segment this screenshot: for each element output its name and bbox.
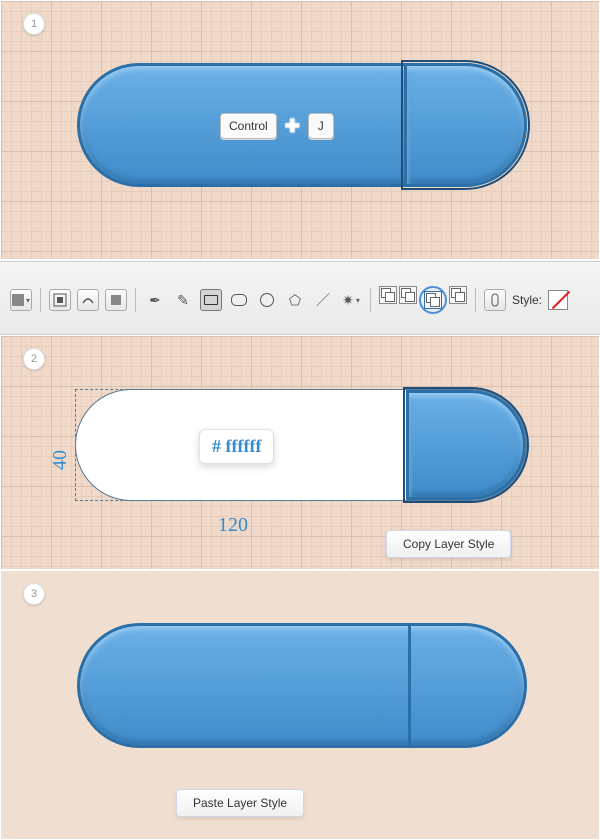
freeform-pen-icon[interactable]: ✎ (172, 292, 194, 309)
step-2-panel: 2 # ffffff 120 40 Copy Layer Style (0, 335, 600, 570)
step-badge-2: 2 (23, 348, 45, 370)
step-1-panel: 1 Control ✚ J (0, 0, 600, 260)
shape-layers-mode-icon[interactable] (49, 289, 71, 311)
key-j: J (308, 113, 334, 139)
line-shape-icon[interactable]: ／ (312, 290, 334, 310)
ellipse-shape-icon[interactable] (256, 293, 278, 307)
shortcut-hint: Control ✚ J (220, 113, 334, 139)
fill-pixels-mode-icon[interactable] (105, 289, 127, 311)
pill-cap-selected[interactable] (404, 63, 527, 187)
link-style-icon[interactable] (484, 289, 506, 311)
custom-shape-icon[interactable]: ✷ (340, 292, 362, 309)
separator (370, 288, 371, 312)
pill-cap-selected-2[interactable] (406, 390, 526, 500)
add-to-shape-icon[interactable] (379, 286, 397, 304)
step-3-panel: 3 Paste Layer Style (0, 570, 600, 840)
style-label: Style: (512, 293, 542, 307)
separator (40, 288, 41, 312)
pill-shape-result[interactable] (77, 623, 527, 748)
plus-icon: ✚ (285, 116, 300, 137)
rectangle-shape-icon[interactable] (200, 289, 222, 311)
width-dimension: 120 (218, 514, 248, 537)
separator (135, 288, 136, 312)
key-control: Control (220, 113, 277, 139)
copy-layer-style-button[interactable]: Copy Layer Style (386, 530, 511, 558)
exclude-overlap-icon[interactable] (449, 286, 467, 304)
pill-divider (408, 626, 411, 745)
intersect-shapes-icon[interactable] (424, 291, 442, 309)
fill-hex-label: # ffffff (199, 429, 274, 464)
path-combine-group (379, 286, 467, 314)
polygon-shape-icon[interactable]: ⬠ (284, 292, 306, 309)
intersect-shapes-highlight (419, 286, 447, 314)
subtract-from-shape-icon[interactable] (399, 286, 417, 304)
step-badge-1: 1 (23, 13, 45, 35)
paths-mode-icon[interactable] (77, 289, 99, 311)
shape-preset-dropdown[interactable] (10, 289, 32, 311)
paste-layer-style-button[interactable]: Paste Layer Style (176, 789, 304, 817)
pen-tool-icon[interactable]: ✒ (144, 292, 166, 309)
height-dimension: 40 (49, 450, 72, 470)
separator (475, 288, 476, 312)
style-dropdown-none[interactable] (548, 290, 568, 310)
options-toolbar: ✒ ✎ ⬠ ／ ✷ Style: (0, 261, 600, 335)
rounded-rectangle-shape-icon[interactable] (228, 294, 250, 306)
step-badge-3: 3 (23, 583, 45, 605)
